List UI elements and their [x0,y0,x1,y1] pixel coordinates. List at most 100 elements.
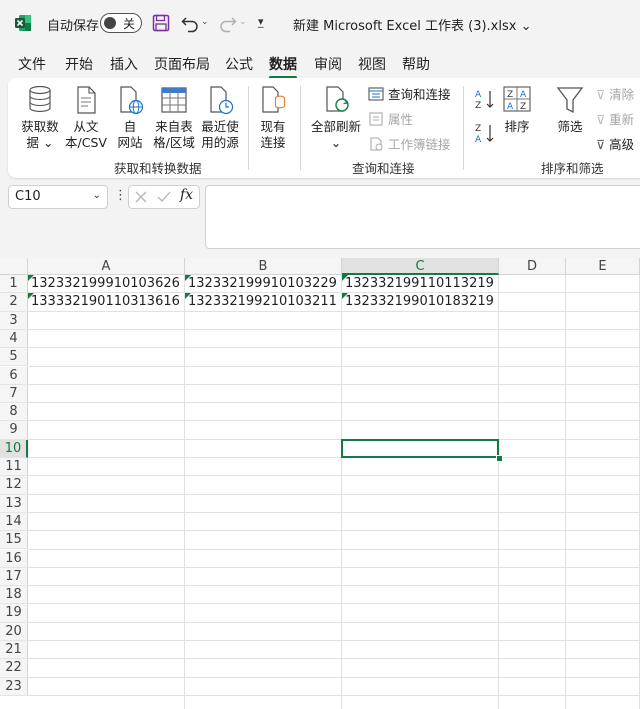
column-header-c[interactable]: C [342,258,499,275]
error-indicator-icon[interactable] [185,275,191,281]
tab-home[interactable]: 开始 [65,54,93,74]
clear-filter-icon: ⊽ [596,87,606,102]
sort-icon: Z A A Z [503,86,531,112]
row-header-17[interactable]: 17 [0,567,28,587]
document-title[interactable]: 新建 Microsoft Excel 工作表 (3).xlsx ⌄ [293,15,531,34]
reapply-button[interactable]: ⊽ 重新 [596,109,634,128]
row-header-15[interactable]: 15 [0,531,28,550]
tab-view[interactable]: 视图 [358,54,386,74]
row-header-13[interactable]: 13 [0,494,28,513]
refresh-icon [326,86,349,112]
tab-help[interactable]: 帮助 [402,54,430,74]
sort-descending-button[interactable]: Z A [474,122,496,148]
formula-input[interactable] [205,185,640,249]
advanced-filter-button[interactable]: ⊽ 高级 [596,134,634,153]
from-table-range-button[interactable]: 来自表 格/区域 [151,84,197,151]
row-header-14[interactable]: 14 [0,512,28,532]
row-header-20[interactable]: 20 [0,622,28,641]
from-web-button[interactable]: 自 网站 [112,84,148,151]
filter-button[interactable]: 筛选 [552,84,588,135]
select-all-corner[interactable] [0,258,28,275]
recent-sources-button[interactable]: 最近使 用的源 [198,84,242,151]
row-header-11[interactable]: 11 [0,458,28,477]
customize-toolbar-icon[interactable]: ▾̲ [258,15,264,28]
undo-dropdown-icon[interactable]: ⌄ [201,17,209,27]
row-header-16[interactable]: 16 [0,549,28,568]
row-header-21[interactable]: 21 [0,641,28,660]
error-indicator-icon[interactable] [185,293,191,300]
row-header-10[interactable]: 10 [0,439,28,458]
column-header-d[interactable]: D [499,258,566,275]
svg-text:A: A [520,90,527,100]
advanced-label: 高级 [609,137,635,152]
save-icon[interactable] [152,14,170,32]
cell-a2[interactable]: 133332190110313616 [28,293,184,311]
redo-icon[interactable] [218,13,238,33]
row-header-5[interactable]: 5 [0,348,28,367]
cell-b1[interactable]: 132332199910103229 [185,275,341,293]
row-header-8[interactable]: 8 [0,403,28,422]
existing-connections-button[interactable]: 现有 连接 [254,84,292,151]
clear-filter-button[interactable]: ⊽ 清除 [596,84,634,103]
row-header-1[interactable]: 1 [0,275,28,294]
tab-insert[interactable]: 插入 [110,54,138,74]
tab-review[interactable]: 审阅 [314,54,342,74]
row-header-9[interactable]: 9 [0,421,28,440]
formula-buttons: fx [128,185,200,209]
column-header-a[interactable]: A [28,258,185,275]
error-indicator-icon[interactable] [28,293,34,300]
cell-b2[interactable]: 132332199210103211 [185,293,341,311]
undo-icon[interactable] [180,13,200,33]
redo-dropdown-icon[interactable]: ⌄ [239,17,247,27]
tab-file[interactable]: 文件 [18,54,46,74]
queries-connections-button[interactable]: 查询和连接 [368,84,451,103]
row-header-7[interactable]: 7 [0,384,28,404]
refresh-all-dropdown-icon[interactable]: ⌄ [308,135,364,151]
properties-button[interactable]: 属性 [368,109,413,128]
row-header-19[interactable]: 19 [0,604,28,623]
name-box-dropdown-icon[interactable]: ⌄ [93,190,101,201]
error-indicator-icon[interactable] [28,275,34,281]
row-header-3[interactable]: 3 [0,311,28,330]
more-options-icon[interactable]: ⋮ [114,188,127,203]
tab-page-layout[interactable]: 页面布局 [154,54,210,74]
cell-c2[interactable]: 132332199010183219 [342,293,498,311]
tab-formulas[interactable]: 公式 [225,54,253,74]
gridline [28,548,640,550]
cancel-icon[interactable] [135,191,147,203]
svg-text:Z: Z [475,124,481,134]
gridline [28,511,640,513]
get-data-button[interactable]: 获取数 据 ⌄ [16,84,64,151]
column-header-e[interactable]: E [566,258,640,275]
name-box[interactable]: C10 ⌄ [8,185,108,209]
gridline [28,694,640,696]
worksheet-grid[interactable]: ABCDE 1 2 3 4 5 6 7 8 9 10 11 12 13 14 15 16 17 18 19 20 21 2… [0,258,640,709]
sort-button[interactable]: Z A A Z 排序 [500,84,534,135]
tab-data[interactable]: 数据 [269,54,297,79]
row-header-22[interactable]: 22 [0,659,28,678]
cell-value: 132332199910103229 [188,276,337,291]
row-header-6[interactable]: 6 [0,366,28,385]
gridline [28,347,640,349]
refresh-all-button[interactable]: 全部刷新 ⌄ [308,84,364,151]
insert-function-icon[interactable]: fx [180,187,193,203]
error-indicator-icon[interactable] [342,293,348,300]
workbook-links-button[interactable]: 工作簿链接 [368,134,451,153]
fill-handle[interactable] [496,455,503,462]
row-header-2[interactable]: 2 [0,293,28,312]
row-header-12[interactable]: 12 [0,476,28,495]
text-file-icon [77,86,96,114]
row-header-4[interactable]: 4 [0,329,28,349]
row-header-18[interactable]: 18 [0,586,28,605]
from-text-csv-button[interactable]: 从文 本/CSV [63,84,109,151]
cell-a1[interactable]: 132332199910103626 [28,275,184,293]
gridline [28,402,640,404]
autosave-toggle[interactable]: 关 [100,13,142,33]
column-header-b[interactable]: B [185,258,342,275]
sort-ascending-button[interactable]: A Z [474,88,496,114]
active-cell-selection[interactable] [341,438,499,458]
error-indicator-icon[interactable] [342,275,348,281]
cell-c1[interactable]: 132332199110113219 [342,275,498,293]
row-header-23[interactable]: 23 [0,677,28,696]
confirm-icon[interactable] [157,191,171,203]
